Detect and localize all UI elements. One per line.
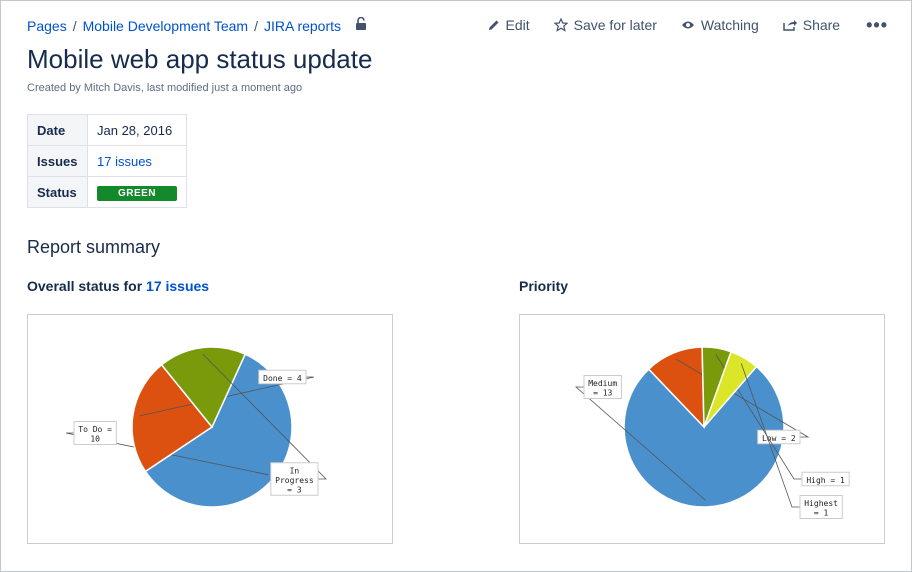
date-value: Jan 28, 2016: [87, 114, 187, 146]
pie-data-label: = 3: [287, 485, 302, 494]
pie-data-label: High = 1: [806, 476, 845, 485]
issues-cell: 17 issues: [87, 145, 187, 177]
breadcrumb-team[interactable]: Mobile Development Team: [83, 18, 249, 34]
star-icon: [553, 18, 568, 32]
pie-data-label: = 1: [814, 509, 829, 518]
status-table: Date Jan 28, 2016 Issues 17 issues Statu…: [27, 114, 187, 208]
priority-heading: Priority: [519, 278, 569, 294]
report-summary-heading: Report summary: [27, 237, 161, 257]
pie-data-label: In: [290, 466, 300, 475]
date-label: Date: [27, 114, 88, 146]
eye-icon: [681, 21, 694, 29]
breadcrumb-jira-reports[interactable]: JIRA reports: [264, 18, 341, 34]
save-for-later-button[interactable]: Save for later: [553, 17, 657, 33]
priority-pie-svg: Medium= 13 Low = 2 High = 1 Highest= 1: [574, 346, 850, 519]
watching-button[interactable]: Watching: [681, 17, 759, 33]
breadcrumb-separator: /: [254, 18, 258, 34]
table-row: Status GREEN: [27, 176, 187, 208]
pie-data-label: To Do =: [78, 425, 112, 434]
share-icon: [782, 20, 797, 31]
pencil-icon: [488, 20, 498, 30]
priority-pie-chart: Medium = 13 Low = 2 High = 1 Highest = 1: [519, 314, 885, 544]
breadcrumb-pages[interactable]: Pages: [27, 18, 67, 34]
breadcrumb-separator: /: [72, 18, 77, 34]
pie-data-label: Done = 4: [263, 374, 302, 383]
pie-data-label: 10: [90, 435, 100, 444]
page-actions: Edit Save for later Watching Share •••: [464, 16, 889, 34]
overall-status-prefix: Overall status for: [27, 278, 147, 294]
breadcrumb: Pages / Mobile Development Team / JIRA r…: [27, 16, 367, 34]
status-label: Status: [27, 176, 88, 208]
more-actions-icon[interactable]: •••: [866, 16, 888, 34]
pie-data-label: Low = 2: [762, 434, 796, 443]
overall-status-issues-link[interactable]: 17 issues: [146, 278, 209, 294]
status-cell: GREEN: [87, 176, 187, 208]
status-pie-chart: To Do = 10 Done = 4 In Progress = 3: [27, 314, 393, 544]
watching-label: Watching: [700, 17, 759, 33]
edit-button[interactable]: Edit: [488, 17, 530, 33]
pie-data-label: = 13: [593, 389, 612, 398]
issues-label: Issues: [27, 145, 88, 177]
share-label: Share: [802, 17, 841, 33]
pie-data-label: Highest: [804, 499, 838, 508]
share-button[interactable]: Share: [782, 17, 841, 33]
pie-data-label: Medium: [588, 379, 617, 388]
status-badge: GREEN: [97, 185, 177, 201]
page-title: Mobile web app status update: [27, 44, 373, 74]
save-for-later-label: Save for later: [573, 17, 657, 33]
table-row: Date Jan 28, 2016: [27, 114, 187, 146]
edit-label: Edit: [505, 17, 530, 33]
page-byline: Created by Mitch Davis, last modified ju…: [27, 82, 303, 94]
table-row: Issues 17 issues: [27, 145, 187, 177]
status-pie-svg: To Do =10 Done = 4 InProgress= 3: [65, 346, 327, 508]
overall-status-heading: Overall status for 17 issues: [27, 278, 209, 294]
pie-data-label: Progress: [275, 476, 314, 485]
unlock-icon[interactable]: [355, 16, 367, 31]
issues-link[interactable]: 17 issues: [97, 154, 152, 169]
